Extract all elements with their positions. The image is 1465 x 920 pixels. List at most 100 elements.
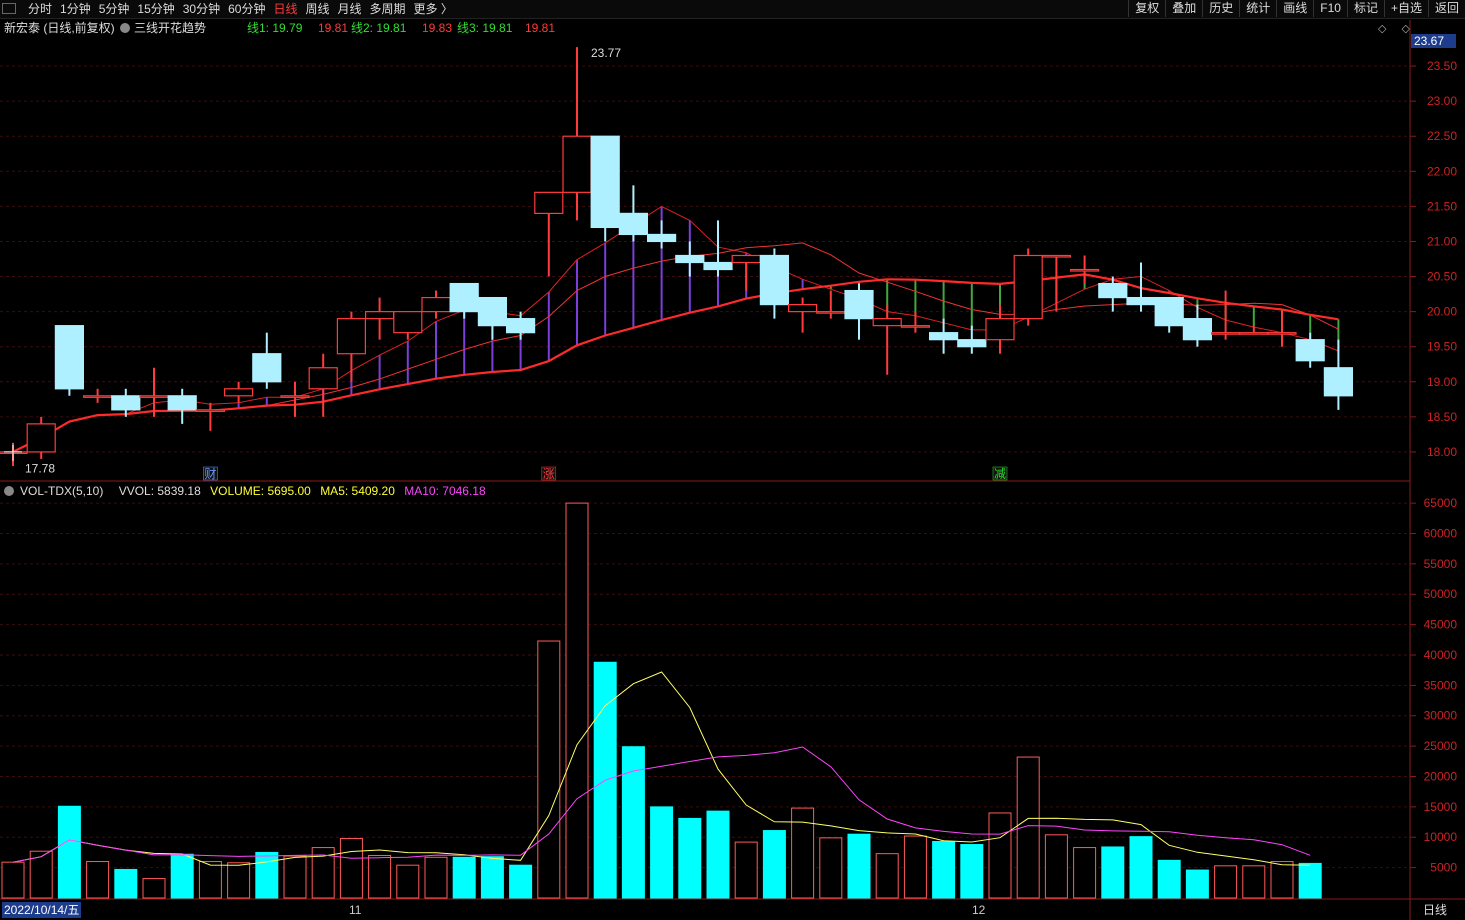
volume-tick-label: 65000 bbox=[1424, 496, 1458, 510]
volume-tick-label: 15000 bbox=[1424, 800, 1458, 814]
candle-body bbox=[1239, 332, 1269, 335]
volume-tick-label: 45000 bbox=[1424, 618, 1458, 632]
candle-body bbox=[1182, 318, 1213, 341]
price-tick-label: 20.00 bbox=[1427, 305, 1457, 319]
volume-tick-label: 20000 bbox=[1424, 769, 1458, 783]
volume-bar bbox=[678, 817, 702, 899]
volume-bar bbox=[1214, 865, 1238, 899]
volume-bar bbox=[198, 861, 222, 899]
candle-body bbox=[618, 212, 649, 236]
candle-body bbox=[308, 367, 338, 390]
volume-bar bbox=[1242, 865, 1266, 899]
volume-bar bbox=[424, 856, 448, 899]
volume-tick-label: 55000 bbox=[1424, 557, 1458, 571]
price-tick-label: 21.00 bbox=[1427, 234, 1457, 248]
candle-body bbox=[26, 423, 56, 453]
kline-chart-canvas[interactable]: 23.50 23.00 22.50 22.00 21.50 21.00 20.50 20.00… bbox=[0, 0, 1465, 920]
volume-tick-label: 10000 bbox=[1424, 830, 1458, 844]
candle-body bbox=[562, 135, 592, 193]
volume-bar bbox=[1073, 847, 1097, 899]
candle-body bbox=[1267, 332, 1297, 335]
candle-body bbox=[365, 311, 395, 320]
candle-body bbox=[449, 282, 479, 313]
event-marker: 涨 bbox=[543, 466, 555, 481]
candle-body bbox=[759, 254, 790, 306]
volume-tick-label: 35000 bbox=[1424, 678, 1458, 692]
volume-bar bbox=[255, 851, 279, 899]
volume-bar bbox=[1101, 846, 1125, 899]
candle-body bbox=[111, 395, 141, 411]
volume-bar bbox=[932, 841, 956, 899]
candle-body bbox=[421, 296, 451, 313]
candle-body bbox=[872, 318, 902, 327]
volume-bar bbox=[1270, 861, 1294, 899]
candle-body bbox=[1210, 332, 1241, 335]
candle-body bbox=[844, 289, 874, 320]
candle-body bbox=[280, 395, 310, 398]
volume-bar bbox=[283, 855, 307, 899]
candle-body bbox=[731, 254, 761, 264]
candle-body bbox=[787, 304, 818, 313]
volume-bar bbox=[142, 878, 166, 899]
candle-body bbox=[675, 254, 705, 264]
candle-body bbox=[195, 409, 225, 412]
event-marker: 减 bbox=[994, 467, 1006, 481]
candle-body bbox=[928, 332, 959, 341]
candle-body bbox=[336, 318, 366, 355]
candle-body bbox=[1295, 339, 1325, 362]
candle-body bbox=[816, 311, 846, 314]
candle-body bbox=[1041, 254, 1072, 258]
volume-bar bbox=[537, 640, 561, 899]
volume-bar bbox=[1157, 859, 1181, 899]
candle-body bbox=[506, 318, 536, 334]
candle-body bbox=[167, 395, 197, 411]
volume-bar bbox=[509, 864, 533, 899]
volume-bar bbox=[847, 833, 871, 899]
volume-bar bbox=[565, 502, 589, 899]
volume-bar bbox=[114, 868, 138, 899]
candle-body bbox=[252, 353, 282, 383]
volume-tick-label: 25000 bbox=[1424, 739, 1458, 753]
volume-bar bbox=[227, 862, 251, 899]
volume-bar bbox=[57, 805, 81, 899]
volume-bar bbox=[762, 830, 786, 899]
price-tick-label: 18.50 bbox=[1427, 410, 1457, 424]
volume-bar bbox=[706, 810, 730, 899]
price-tick-label: 20.50 bbox=[1427, 270, 1457, 284]
volume-bar bbox=[960, 844, 984, 899]
candle-body bbox=[703, 261, 733, 271]
low-price-label: 17.78 bbox=[25, 461, 55, 475]
volume-bar bbox=[1, 861, 25, 899]
volume-bar bbox=[734, 841, 758, 899]
volume-bar bbox=[396, 864, 420, 899]
price-tick-label: 22.50 bbox=[1427, 129, 1457, 143]
price-tick-label: 23.00 bbox=[1427, 94, 1457, 108]
volume-bar bbox=[1298, 862, 1322, 899]
candle-body bbox=[1154, 296, 1184, 327]
volume-bar bbox=[1044, 834, 1068, 899]
volume-tick-label: 50000 bbox=[1424, 587, 1458, 601]
price-tick-label: 21.50 bbox=[1427, 199, 1457, 213]
price-tick-label: 23.50 bbox=[1427, 59, 1457, 73]
volume-tick-label: 40000 bbox=[1424, 648, 1458, 662]
volume-bar bbox=[650, 806, 674, 899]
volume-bar bbox=[903, 835, 927, 899]
candle-body bbox=[1126, 296, 1156, 306]
price-tick-label: 22.00 bbox=[1427, 164, 1457, 178]
candle-body bbox=[957, 339, 987, 348]
candle-body bbox=[1098, 282, 1128, 299]
volume-bar bbox=[1185, 869, 1209, 899]
volume-bar bbox=[368, 854, 392, 899]
price-tick-label: 18.00 bbox=[1427, 445, 1457, 459]
volume-bar bbox=[819, 837, 843, 899]
candle-body bbox=[1069, 268, 1100, 272]
volume-tick-label: 30000 bbox=[1424, 709, 1458, 723]
volume-bar bbox=[452, 856, 476, 899]
volume-bar bbox=[480, 856, 504, 899]
trend-line-1 bbox=[12, 205, 1339, 453]
volume-tick-label: 60000 bbox=[1424, 526, 1458, 540]
volume-bar bbox=[339, 837, 363, 899]
candle-body bbox=[1013, 254, 1043, 320]
price-tick-label: 19.00 bbox=[1427, 375, 1457, 389]
high-price-label: 23.77 bbox=[591, 46, 621, 60]
